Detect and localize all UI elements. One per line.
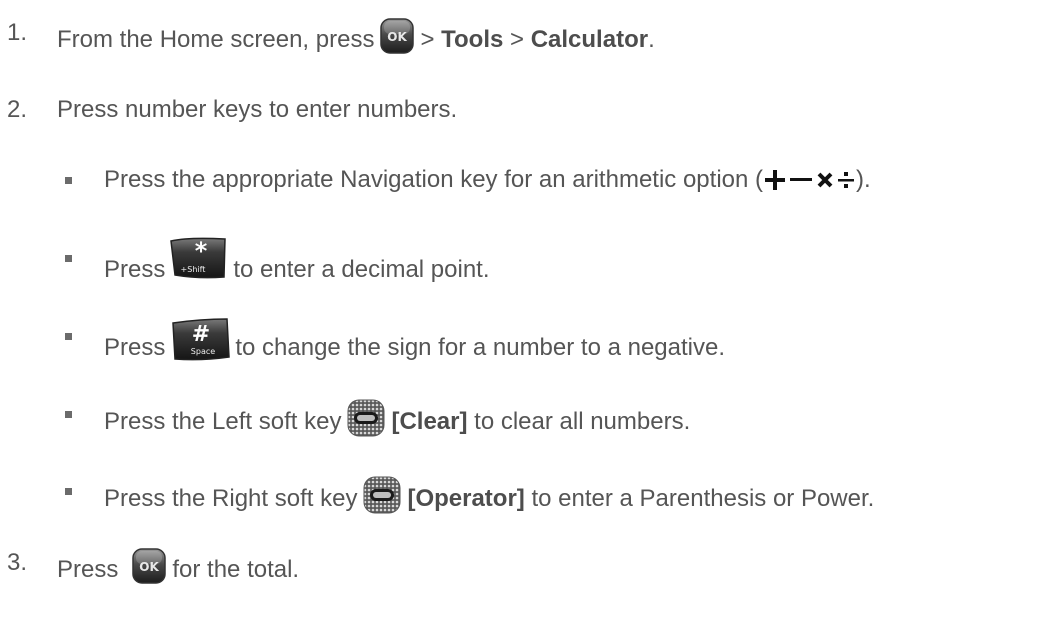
operator-label: [Operator] [407, 485, 525, 512]
bullet-text: Press the appropriate Navigation key for… [104, 165, 871, 195]
minus-icon [790, 178, 813, 181]
step-text: Press number keys to enter numbers. [57, 96, 458, 123]
bullet-text-post: to enter a decimal point. [233, 256, 490, 283]
step-text-pre: From the Home screen, press [57, 26, 375, 53]
svg-text:OK: OK [140, 560, 160, 574]
step-number: 1. [7, 19, 28, 46]
pound-space-key-icon: # Space [171, 317, 231, 371]
ok-key-icon: OK [132, 548, 167, 592]
svg-text:#: # [192, 322, 210, 347]
step-number: 3. [7, 549, 28, 576]
step-text: Press OK for the total. [57, 548, 299, 592]
bullet-text: Press the Right soft key [Operator] to e… [104, 476, 874, 522]
svg-text:+Shift: +Shift [181, 265, 206, 274]
star-shift-key-icon: * +Shift [169, 235, 227, 289]
step-text-sep: > [510, 26, 525, 53]
operator-icons [765, 170, 855, 190]
right-soft-key-icon [363, 476, 401, 522]
bullet-marker [65, 333, 72, 340]
ok-key-icon: OK [380, 18, 415, 62]
calculator-label: Calculator [530, 26, 649, 53]
clear-label: [Clear] [391, 408, 468, 435]
multiply-icon [817, 172, 833, 188]
plus-icon [765, 170, 786, 190]
step-text-sep: > [420, 26, 435, 53]
bullet-text-post: ). [856, 166, 871, 193]
step-text: From the Home screen, press OK > Tools >… [57, 18, 655, 62]
left-soft-key-icon [347, 399, 385, 445]
step-text-post: . [648, 26, 655, 53]
bullet-text-pre: Press the Left soft key [104, 408, 342, 435]
bullet-text: Press the Left soft key [Clear] to clear… [104, 399, 690, 445]
bullet-text-pre: Press the appropriate Navigation key for… [104, 166, 764, 193]
bullet-marker [65, 488, 72, 495]
bullet-text-post: to clear all numbers. [474, 408, 691, 435]
svg-text:OK: OK [388, 30, 408, 44]
bullet-text-post: to change the sign for a number to a neg… [235, 334, 726, 361]
svg-text:*: * [195, 237, 208, 265]
svg-text:Space: Space [191, 347, 215, 356]
tools-label: Tools [441, 26, 504, 53]
bullet-text-post: to enter a Parenthesis or Power. [531, 485, 875, 512]
bullet-text: Press * +Shift to enter a decimal point. [104, 237, 490, 297]
divide-icon [838, 172, 855, 188]
bullet-marker [65, 177, 72, 184]
bullet-text-pre: Press the Right soft key [104, 485, 358, 512]
bullet-text: Press # Space to change the sign for a nu… [104, 318, 726, 375]
step-text-pre: Press [57, 556, 119, 583]
bullet-marker [65, 255, 72, 262]
bullet-text-pre: Press [104, 256, 166, 283]
bullet-text-pre: Press [104, 334, 166, 361]
step-number: 2. [7, 96, 28, 123]
bullet-marker [65, 411, 72, 418]
step-text-post: for the total. [172, 556, 300, 583]
